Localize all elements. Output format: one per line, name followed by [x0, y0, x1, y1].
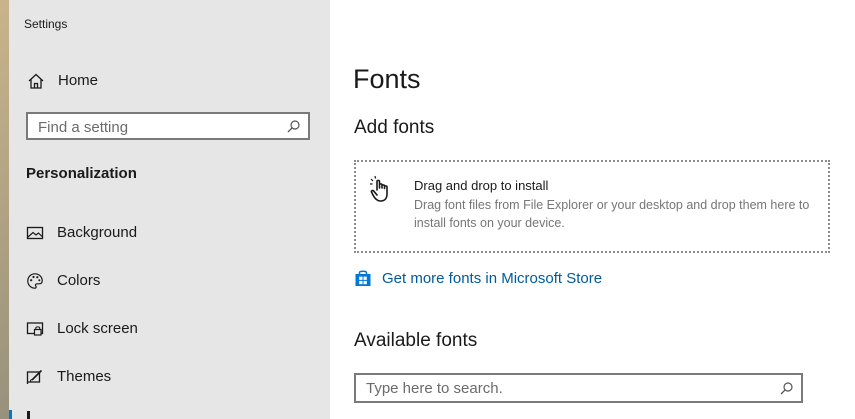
sidebar-item-background[interactable]: Background — [9, 213, 330, 253]
section-heading-personalization: Personalization — [26, 165, 137, 182]
image-icon — [26, 224, 44, 242]
store-link-label: Get more fonts in Microsoft Store — [382, 270, 603, 287]
sidebar-item-colors[interactable]: Colors — [9, 261, 330, 301]
settings-window: Settings Home Find a setting Personaliza… — [9, 0, 855, 419]
page-title: Fonts — [353, 64, 421, 94]
palette-icon — [26, 272, 44, 290]
font-drop-zone[interactable]: Drag and drop to install Drag font files… — [354, 160, 830, 253]
main-content: Fonts Add fonts Drag and drop to install… — [330, 0, 855, 419]
app-title: Settings — [24, 17, 68, 31]
sidebar-item-label: Themes — [57, 368, 112, 385]
search-icon — [287, 120, 300, 133]
search-icon — [780, 382, 793, 395]
available-fonts-heading: Available fonts — [354, 330, 478, 351]
drag-hand-icon — [368, 174, 400, 206]
sidebar-item-label: Background — [57, 224, 138, 241]
sidebar-item-lock-screen[interactable]: Lock screen — [9, 309, 330, 349]
sidebar-item-themes[interactable]: Themes — [9, 357, 330, 397]
sidebar-item-home[interactable]: Home — [9, 64, 330, 98]
home-label: Home — [58, 72, 99, 89]
sidebar-item-label: Colors — [57, 272, 101, 289]
sidebar-item-partial-icon — [27, 411, 30, 419]
home-icon — [27, 72, 45, 90]
fonts-search-placeholder: Type here to search. — [366, 380, 503, 397]
sidebar: Settings Home Find a setting Personaliza… — [9, 0, 330, 419]
themes-icon — [26, 368, 44, 386]
active-item-indicator — [9, 410, 12, 419]
lock-screen-icon — [26, 320, 44, 338]
add-fonts-heading: Add fonts — [354, 117, 435, 138]
sidebar-item-label: Lock screen — [57, 320, 138, 337]
store-icon — [354, 269, 372, 287]
find-setting-input[interactable]: Find a setting — [26, 112, 310, 140]
drop-zone-description: Drag font files from File Explorer or yo… — [414, 198, 810, 230]
fonts-search-input[interactable]: Type here to search. — [354, 373, 803, 403]
drop-zone-title: Drag and drop to install — [414, 178, 549, 193]
find-setting-placeholder: Find a setting — [38, 119, 129, 136]
